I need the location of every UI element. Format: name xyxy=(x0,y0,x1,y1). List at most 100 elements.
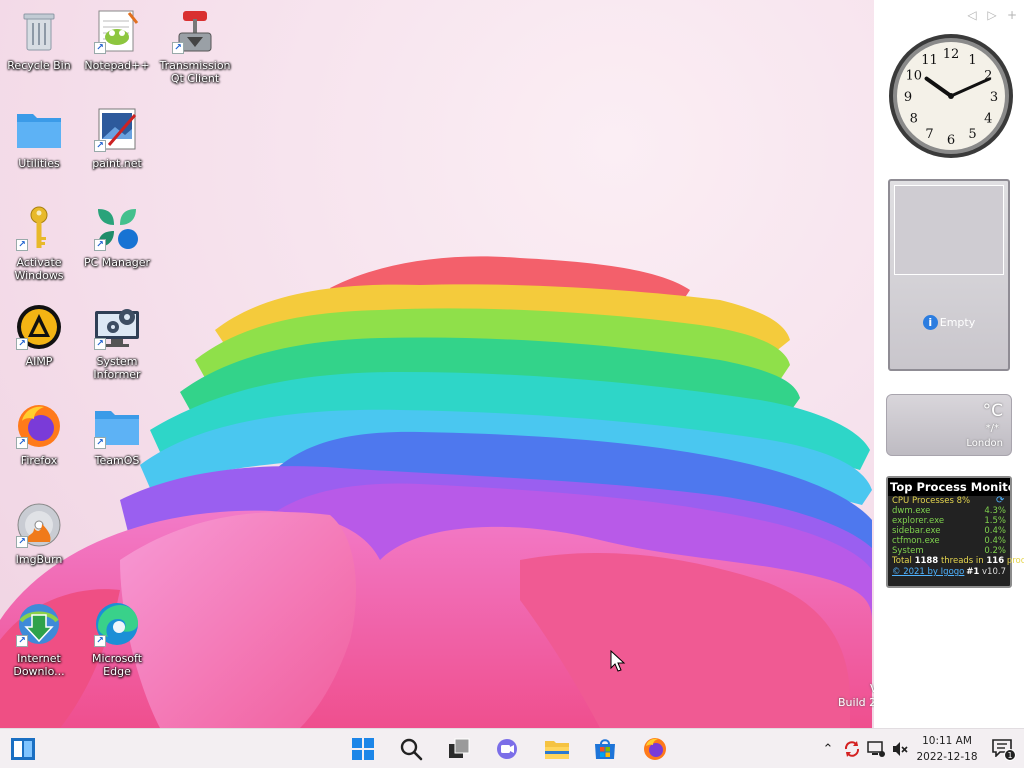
sidebar-nav: ◁ ▷ + xyxy=(966,8,1018,22)
tray-volume-button[interactable] xyxy=(890,739,910,759)
desktop-icon-label: ImgBurn xyxy=(15,553,63,566)
tpm-process-cpu: 0.4% xyxy=(984,526,1006,536)
tpm-threads-count: 1188 xyxy=(914,556,939,566)
tpm-process-cpu: 0.4% xyxy=(984,536,1006,546)
slideshow-status-text: Empty xyxy=(939,316,976,329)
sidebar-add-gadget-button[interactable]: + xyxy=(1006,8,1018,22)
desktop-icon-teamos[interactable]: ↗ TeamOS xyxy=(78,401,156,493)
tpm-process-name: dwm.exe xyxy=(892,506,931,516)
analog-clock-face: 12 1234567891011 xyxy=(889,34,1013,158)
task-view-button[interactable] xyxy=(444,735,474,763)
tpm-process-row: explorer.exe 1.5% xyxy=(888,516,1010,526)
desktop-icon-label: Utilities xyxy=(18,157,60,170)
system-informer-icon: ↗ xyxy=(92,302,142,352)
shortcut-arrow-icon: ↗ xyxy=(94,140,106,152)
clock-numeral: 8 xyxy=(910,112,918,127)
tray-network-button[interactable] xyxy=(866,739,886,759)
tpm-process-name: sidebar.exe xyxy=(892,526,941,536)
mouse-cursor-icon xyxy=(610,649,626,676)
folder-icon xyxy=(14,104,64,154)
shortcut-arrow-icon: ↗ xyxy=(16,338,28,350)
show-hidden-icons-button[interactable]: ⌃ xyxy=(818,739,838,759)
recycle-bin-icon xyxy=(14,6,64,56)
start-button[interactable] xyxy=(348,735,378,763)
microsoft-store-button[interactable] xyxy=(590,735,620,763)
desktop-icon-imgburn[interactable]: ↗ ImgBurn xyxy=(0,500,78,592)
shortcut-arrow-icon: ↗ xyxy=(16,239,28,251)
windows-build-watermark: V Build 2 xyxy=(838,682,878,709)
tpm-process-row: System 0.2% xyxy=(888,546,1010,556)
tpm-copyright-link[interactable]: © 2021 by Igogo xyxy=(892,567,964,577)
desktop-icon-label: Recycle Bin xyxy=(7,59,71,72)
internet-download-manager-icon: ↗ xyxy=(14,599,64,649)
taskbar-date: 2022-12-18 xyxy=(916,751,978,763)
desktop-icon-microsoft-edge[interactable]: ↗ Microsoft Edge xyxy=(78,599,156,691)
imgburn-icon: ↗ xyxy=(14,500,64,550)
notification-center-button[interactable]: 1 xyxy=(992,739,1016,761)
refresh-icon[interactable]: ⟳ xyxy=(996,496,1006,506)
clock-numeral: 10 xyxy=(905,69,922,84)
clock-numeral: 9 xyxy=(904,90,912,105)
teams-chat-button[interactable] xyxy=(492,735,522,763)
info-icon: i xyxy=(922,315,938,330)
tpm-version: #1 v10.7 xyxy=(966,567,1006,577)
shortcut-arrow-icon: ↗ xyxy=(94,338,106,350)
aimp-icon: ↗ xyxy=(14,302,64,352)
tpm-header-label: CPU Processes 8% xyxy=(892,496,971,506)
desktop-icon-recycle-bin[interactable]: Recycle Bin xyxy=(0,6,78,98)
desktop-icon-notepad-plus-plus[interactable]: ↗ Notepad++ xyxy=(78,6,156,98)
transmission-icon: ↗ xyxy=(170,6,220,56)
weather-gadget[interactable]: °C */* London xyxy=(886,394,1012,456)
tpm-process-name: ctfmon.exe xyxy=(892,536,940,546)
windows-logo-icon xyxy=(352,738,374,760)
sync-error-icon xyxy=(844,741,860,757)
desktop-icon-label: Firefox xyxy=(20,454,58,467)
tpm-footer: © 2021 by Igogo #1 v10.7 xyxy=(888,566,1010,578)
microsoft-edge-icon: ↗ xyxy=(92,599,142,649)
shortcut-arrow-icon: ↗ xyxy=(16,437,28,449)
shortcut-arrow-icon: ↗ xyxy=(94,239,106,251)
firefox-icon: ↗ xyxy=(14,401,64,451)
weather-unit: °C xyxy=(982,401,1003,421)
clock-numeral: 3 xyxy=(990,90,998,105)
gadget-sidebar: ◁ ▷ + 12 1 2 3 4 5 6 7 8 9 10 11 i Empty °C */* Lond… xyxy=(874,0,1024,728)
desktop-icon-pc-manager[interactable]: ↗ PC Manager xyxy=(78,203,156,295)
desktop-icon-activate-windows[interactable]: ↗ Activate Windows xyxy=(0,203,78,295)
clock-numeral: 6 xyxy=(947,133,955,148)
clock-numeral: 1 xyxy=(968,53,976,68)
tpm-process-cpu: 4.3% xyxy=(984,506,1006,516)
paint-net-icon: ↗ xyxy=(92,104,142,154)
sidebar-next-button[interactable]: ▷ xyxy=(986,8,998,22)
task-view-icon xyxy=(449,738,470,758)
desktop-icon-label: PC Manager xyxy=(83,256,151,269)
search-icon xyxy=(400,738,423,761)
volume-muted-icon xyxy=(893,742,908,756)
desktop-icon-utilities[interactable]: Utilities xyxy=(0,104,78,196)
desktop-icon-transmission[interactable]: ↗ Transmission Qt Client xyxy=(156,6,234,98)
tray-sync-button[interactable] xyxy=(842,739,862,759)
file-explorer-button[interactable] xyxy=(542,735,572,763)
desktop-icon-firefox[interactable]: ↗ Firefox xyxy=(0,401,78,493)
slideshow-gadget[interactable]: i Empty xyxy=(888,179,1010,371)
build-watermark-line2: Build 2 xyxy=(838,696,877,709)
tpm-process-name: explorer.exe xyxy=(892,516,945,526)
shortcut-arrow-icon: ↗ xyxy=(94,42,106,54)
desktop-icon-internet-download-manager[interactable]: ↗ Internet Downlo... xyxy=(0,599,78,691)
shortcut-arrow-icon: ↗ xyxy=(94,635,106,647)
teams-chat-icon xyxy=(497,739,517,759)
taskbar-clock[interactable]: 10:11 AM 2022-12-18 xyxy=(914,733,980,765)
desktop-icon-paint-net[interactable]: ↗ paint.net xyxy=(78,104,156,196)
firefox-taskbar-button[interactable] xyxy=(640,735,670,763)
desktop-icon-label: Transmission Qt Client xyxy=(159,59,231,85)
desktop-icon-aimp[interactable]: ↗ AIMP xyxy=(0,302,78,394)
sidebar-prev-button[interactable]: ◁ xyxy=(966,8,978,22)
search-button[interactable] xyxy=(396,735,426,763)
clock-gadget[interactable]: 12 1 2 3 4 5 6 7 8 9 10 11 xyxy=(888,32,1014,160)
widgets-button[interactable] xyxy=(8,735,38,763)
desktop-icon-label: TeamOS xyxy=(94,454,140,467)
slideshow-preview xyxy=(894,185,1004,275)
file-explorer-icon xyxy=(545,741,569,759)
top-process-monitor-gadget[interactable]: Top Process Monitor CPU Processes 8% ⟳ d… xyxy=(886,476,1024,588)
desktop-icon-label: Notepad++ xyxy=(84,59,150,72)
desktop-icon-system-informer[interactable]: ↗ System Informer xyxy=(78,302,156,394)
